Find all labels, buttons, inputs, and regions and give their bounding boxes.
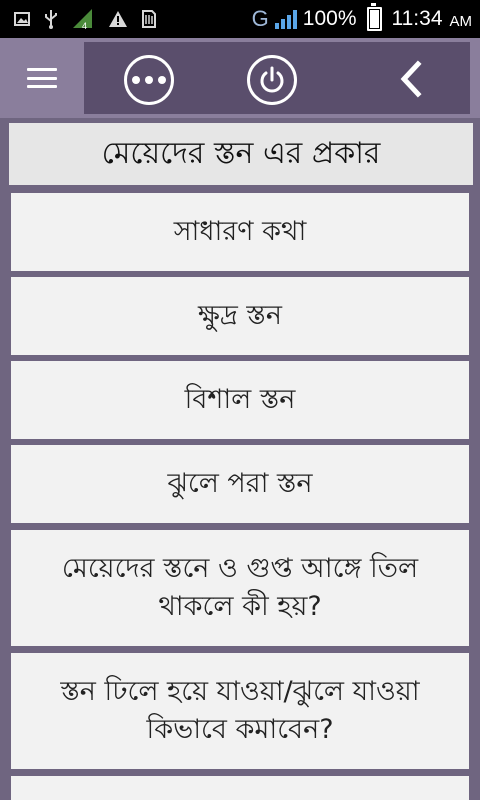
list-item-label: ক্ষুদ্র স্তন	[198, 300, 282, 331]
toolbar	[0, 38, 480, 118]
list-item[interactable]: ক্ষুদ্র স্তন	[11, 277, 469, 355]
list-item[interactable]: সাধারণ কথা	[11, 193, 469, 271]
list-item[interactable]: মেয়েদের স্তনে ও গুপ্ত আঙ্গে তিল থাকলে ক…	[11, 530, 469, 646]
svg-text:4: 4	[82, 21, 87, 30]
status-right: G 100% 11:34 AM	[252, 0, 472, 38]
power-button[interactable]	[247, 55, 297, 105]
usb-icon	[45, 10, 57, 29]
menu-icon	[27, 68, 57, 88]
toolbar-actions	[84, 42, 470, 114]
content-list: মেয়েদের স্তন এর প্রকার সাধারণ কথা ক্ষুদ…	[0, 118, 480, 800]
list-title: মেয়েদের স্তন এর প্রকার	[9, 123, 473, 185]
list-item-partial[interactable]	[11, 776, 469, 800]
list-item-label: ঝুলে পরা স্তন	[167, 468, 313, 499]
signal-bars-icon	[274, 9, 297, 29]
signal-4g-icon: 4	[73, 9, 92, 30]
sim-icon	[142, 10, 156, 28]
list-item[interactable]: স্তন ঢিলে হয়ে যাওয়া/ঝুলে যাওয়া কিভাবে…	[11, 653, 469, 769]
back-icon	[400, 60, 422, 98]
list-item-label: স্তন ঢিলে হয়ে যাওয়া/ঝুলে যাওয়া কিভাবে…	[60, 676, 420, 745]
battery-icon	[366, 3, 382, 31]
status-bar: 4 G 100% 11:34 AM	[0, 0, 480, 38]
image-icon	[14, 12, 30, 26]
power-icon	[260, 66, 284, 93]
status-left-icons: 4	[14, 0, 156, 38]
list-item[interactable]: বিশাল স্তন	[11, 361, 469, 439]
list-item-label: বিশাল স্তন	[184, 384, 296, 415]
list-item-label: সাধারণ কথা	[173, 216, 307, 247]
more-icon	[132, 76, 166, 84]
menu-button[interactable]	[0, 38, 84, 118]
clock-time: 11:34	[391, 7, 443, 30]
warning-icon	[109, 11, 127, 27]
network-type: G	[251, 6, 269, 31]
list-item[interactable]: ঝুলে পরা স্তন	[11, 445, 469, 523]
clock-ampm: AM	[449, 13, 473, 30]
more-button[interactable]	[124, 55, 174, 105]
back-button[interactable]	[388, 54, 434, 104]
list-item-label: মেয়েদের স্তনে ও গুপ্ত আঙ্গে তিল থাকলে ক…	[61, 553, 419, 622]
battery-percent: 100%	[302, 7, 357, 30]
